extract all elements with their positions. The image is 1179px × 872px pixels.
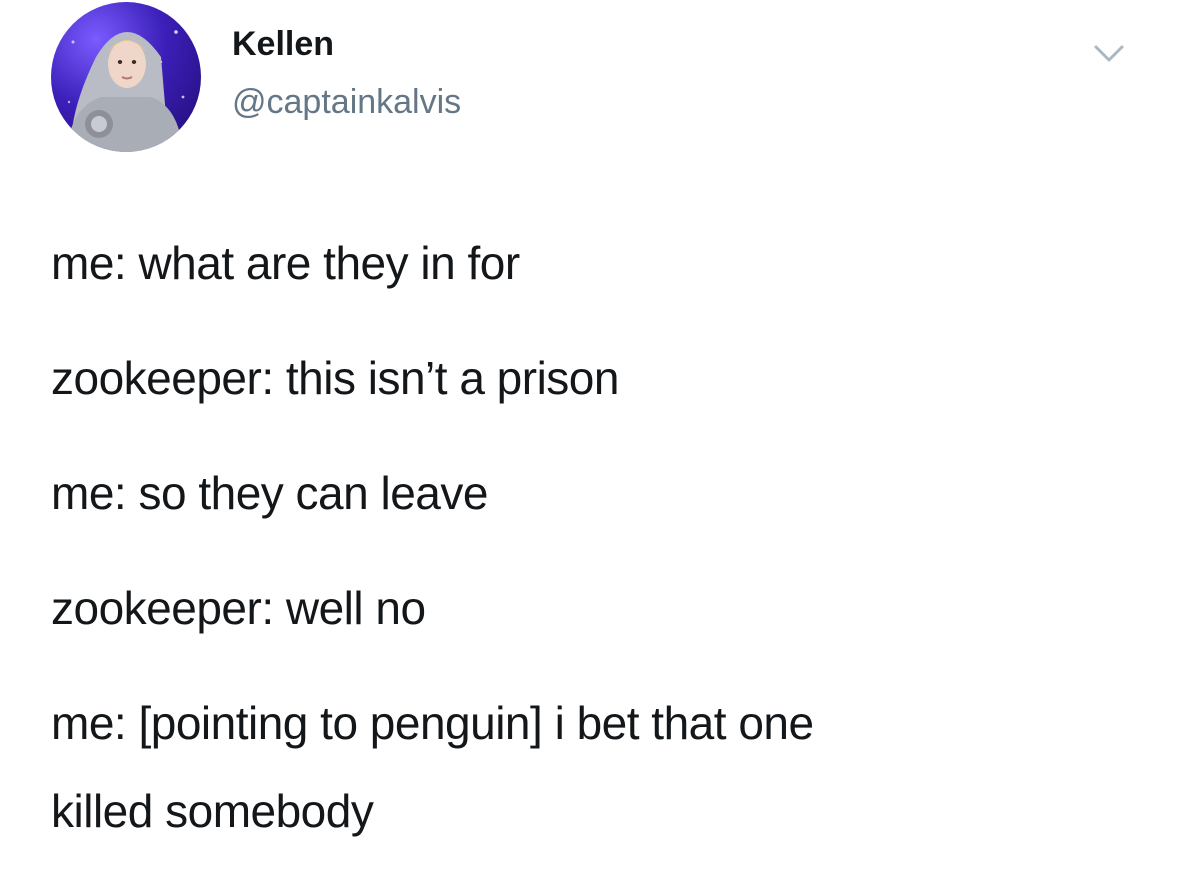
tweet-card: Kellen @captainkalvis me: what are they …	[0, 0, 1179, 872]
author-handle[interactable]: @captainkalvis	[232, 80, 461, 124]
tweet-line: zookeeper: well no	[51, 582, 426, 634]
profile-photo-icon	[66, 30, 185, 152]
tweet-line: zookeeper: this isn’t a prison	[51, 352, 619, 404]
tweet-line: killed somebody	[51, 785, 374, 837]
tweet-text: me: what are they in for zookeeper: this…	[51, 234, 1151, 840]
tweet-menu-button[interactable]	[1088, 38, 1130, 68]
avatar[interactable]	[51, 2, 201, 152]
chevron-down-icon	[1094, 45, 1124, 62]
tweet-line: me: [pointing to penguin] i bet that one	[51, 697, 814, 749]
author-display-name[interactable]: Kellen	[232, 22, 334, 66]
tweet-line: me: so they can leave	[51, 467, 488, 519]
tweet-line: me: what are they in for	[51, 237, 520, 289]
